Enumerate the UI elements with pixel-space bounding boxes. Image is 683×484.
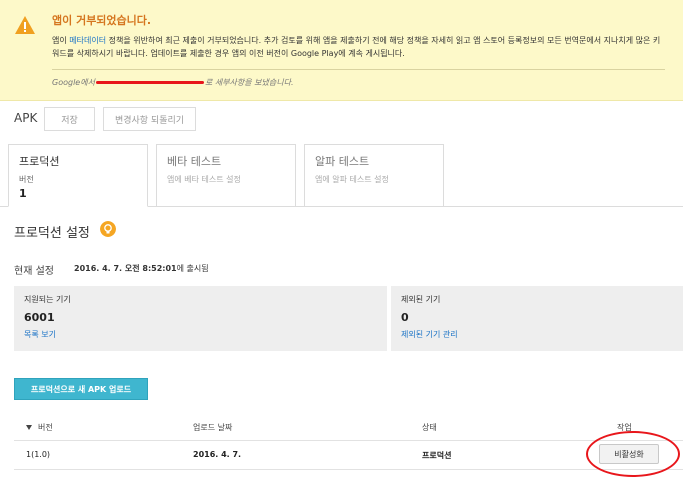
production-version-number: 1	[19, 187, 27, 200]
table-row-divider	[14, 469, 683, 470]
table-row-divider	[14, 440, 683, 441]
apk-heading: APK	[14, 111, 38, 125]
tab-beta-test[interactable]: 베타 테스트 앱에 베타 테스트 설정	[156, 144, 296, 207]
banner-message: 앱이 메타데이터 정책을 위반하여 최근 제출이 거부되었습니다. 추가 검토를…	[52, 36, 661, 58]
view-list-link[interactable]: 목록 보기	[24, 329, 377, 340]
table-cell-upload-date: 2016. 4. 7.	[193, 450, 242, 459]
upload-date-column-header: 업로드 날짜	[193, 423, 233, 432]
sort-down-icon	[26, 425, 32, 430]
action-column-header: 작업	[617, 423, 632, 432]
status-column-header: 상태	[422, 423, 437, 432]
version-column-header[interactable]: 버전	[26, 422, 53, 433]
deactivate-button[interactable]: 비활성화	[599, 444, 659, 464]
manage-excluded-devices-link[interactable]: 제외된 기기 관리	[401, 329, 673, 340]
redaction-mark	[95, 81, 204, 84]
supported-devices-panel: 지원되는 기기 6001 목록 보기	[14, 286, 387, 351]
current-settings-label: 현재 설정	[14, 266, 54, 277]
excluded-devices-panel: 제외된 기기 0 제외된 기기 관리	[391, 286, 683, 351]
supported-devices-count: 6001	[24, 311, 55, 324]
table-cell-version: 1(1.0)	[26, 450, 51, 459]
banner-email-note: Google에서 로 세부사항을 보냈습니다.	[52, 78, 294, 87]
lightbulb-icon[interactable]	[100, 221, 116, 237]
upload-apk-to-production-button[interactable]: 프로덕션으로 새 APK 업로드	[14, 378, 148, 400]
tab-production[interactable]: 프로덕션 버전 1	[8, 144, 148, 207]
revert-changes-button[interactable]: 변경사항 되돌리기	[103, 107, 196, 131]
rejection-banner: 앱이 거부되었습니다. 앱이 메타데이터 정책을 위반하여 최근 제출이 거부되…	[0, 0, 683, 101]
tab-alpha-test[interactable]: 알파 테스트 앱에 알파 테스트 설정	[304, 144, 444, 207]
table-cell-status: 프로덕션	[422, 451, 452, 460]
current-release-info: 2016. 4. 7. 오전 8:52:01에 출시됨	[74, 264, 209, 273]
production-settings-title: 프로덕션 설정	[14, 226, 90, 241]
warning-icon	[15, 16, 35, 34]
metadata-policy-link[interactable]: 메타데이터	[69, 36, 106, 45]
banner-divider	[52, 69, 665, 70]
save-button[interactable]: 저장	[44, 107, 95, 131]
excluded-devices-count: 0	[401, 311, 409, 324]
banner-title: 앱이 거부되었습니다.	[52, 14, 152, 27]
